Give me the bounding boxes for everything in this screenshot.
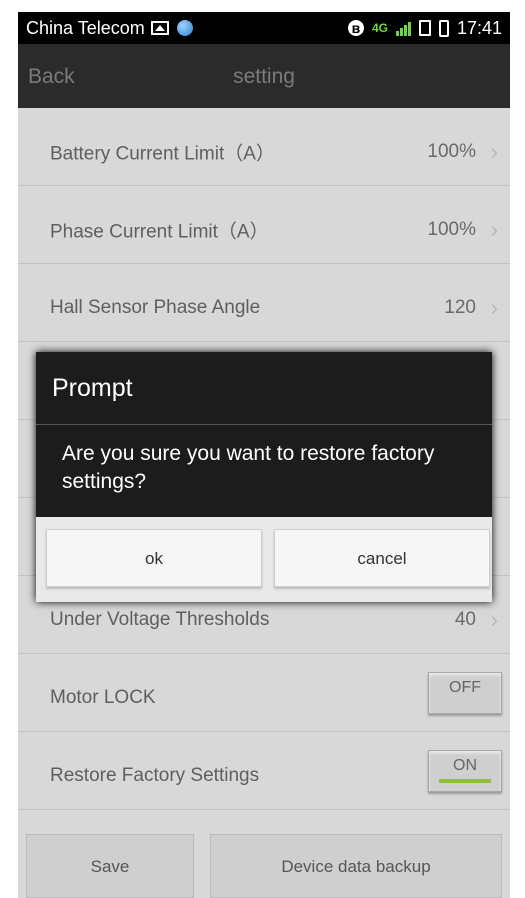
- dialog-divider: [36, 424, 492, 425]
- dialog-message: Are you sure you want to restore factory…: [62, 442, 435, 493]
- phone-screen: China Telecom ʙ 4G 17:41 Back setting Ba…: [18, 12, 510, 898]
- dialog-title: Prompt: [52, 374, 133, 402]
- prompt-dialog: Prompt Are you sure you want to restore …: [36, 352, 492, 602]
- cancel-button[interactable]: cancel: [274, 529, 490, 587]
- dialog-button-bar: ok cancel: [36, 517, 492, 602]
- ok-button[interactable]: ok: [46, 529, 262, 587]
